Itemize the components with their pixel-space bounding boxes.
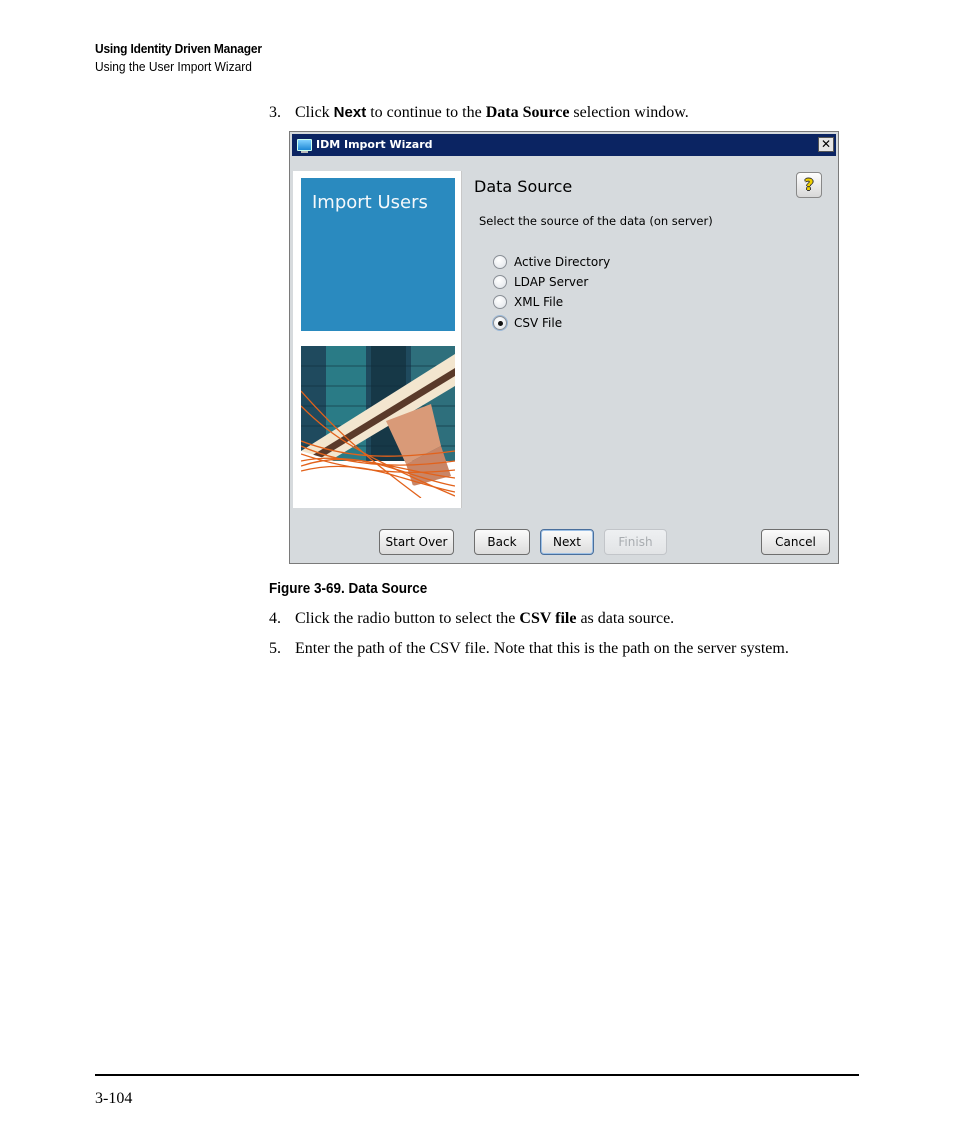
step-4: 4. Click the radio button to select the C…	[269, 610, 674, 628]
radio-label: CSV File	[514, 316, 563, 330]
start-over-button[interactable]: Start Over	[379, 529, 454, 555]
help-question-icon[interactable]: ?	[796, 172, 822, 198]
radio-button[interactable]	[493, 275, 507, 289]
window-title: IDM Import Wizard	[316, 138, 433, 151]
step-number: 3.	[269, 104, 281, 121]
radio-option-active-directory[interactable]: Active Directory	[493, 253, 610, 271]
radio-button-selected[interactable]	[493, 316, 507, 330]
step-3: 3. Click Next to continue to the Data Sou…	[269, 104, 689, 122]
page-number: 3-104	[95, 1090, 133, 1107]
radio-option-csv-file[interactable]: CSV File	[493, 314, 562, 332]
idm-import-wizard-window: IDM Import Wizard ✕ Import Users Data So…	[289, 131, 839, 564]
monitor-app-icon	[297, 139, 312, 153]
step-text: Click the radio button to select the	[295, 610, 520, 627]
radio-label: XML File	[514, 295, 564, 309]
step-text: selection window.	[569, 104, 689, 121]
radio-option-ldap-server[interactable]: LDAP Server	[493, 273, 588, 291]
radio-button[interactable]	[493, 255, 507, 269]
step-5: 5. Enter the path of the CSV file. Note t…	[269, 640, 789, 658]
cancel-button[interactable]: Cancel	[761, 529, 830, 555]
banner-title: Import Users	[312, 192, 428, 213]
radio-label: LDAP Server	[514, 275, 589, 289]
wizard-side-panel: Import Users	[293, 171, 462, 508]
figure-caption: Figure 3-69. Data Source	[269, 580, 428, 597]
section-title: Data Source	[474, 177, 573, 196]
step-emphasis-csv-file: CSV file	[519, 610, 577, 627]
step-text: as data source.	[576, 610, 675, 627]
radio-option-xml-file[interactable]: XML File	[493, 293, 563, 311]
import-users-banner: Import Users	[301, 178, 455, 331]
step-text: to continue to the	[366, 104, 486, 121]
step-emphasis-data-source: Data Source	[485, 104, 570, 121]
decorative-building-photo	[301, 346, 455, 498]
step-number: 5.	[269, 640, 281, 657]
step-text: Enter the path of the CSV file. Note tha…	[295, 640, 789, 657]
running-header-chapter: Using Identity Driven Manager	[95, 41, 262, 56]
finish-button: Finish	[604, 529, 667, 555]
building-illustration-icon	[301, 346, 455, 498]
radio-button[interactable]	[493, 295, 507, 309]
instruction-text: Select the source of the data (on server…	[479, 214, 713, 228]
back-button[interactable]: Back	[474, 529, 530, 555]
window-titlebar[interactable]: IDM Import Wizard ✕	[292, 134, 836, 156]
step-number: 4.	[269, 610, 281, 627]
next-button[interactable]: Next	[540, 529, 594, 555]
footer-divider	[95, 1074, 859, 1076]
close-icon[interactable]: ✕	[818, 137, 834, 152]
step-text: Click	[295, 104, 334, 121]
radio-label: Active Directory	[514, 255, 611, 269]
running-header-section: Using the User Import Wizard	[95, 59, 252, 74]
step-emphasis-next: Next	[333, 104, 367, 121]
